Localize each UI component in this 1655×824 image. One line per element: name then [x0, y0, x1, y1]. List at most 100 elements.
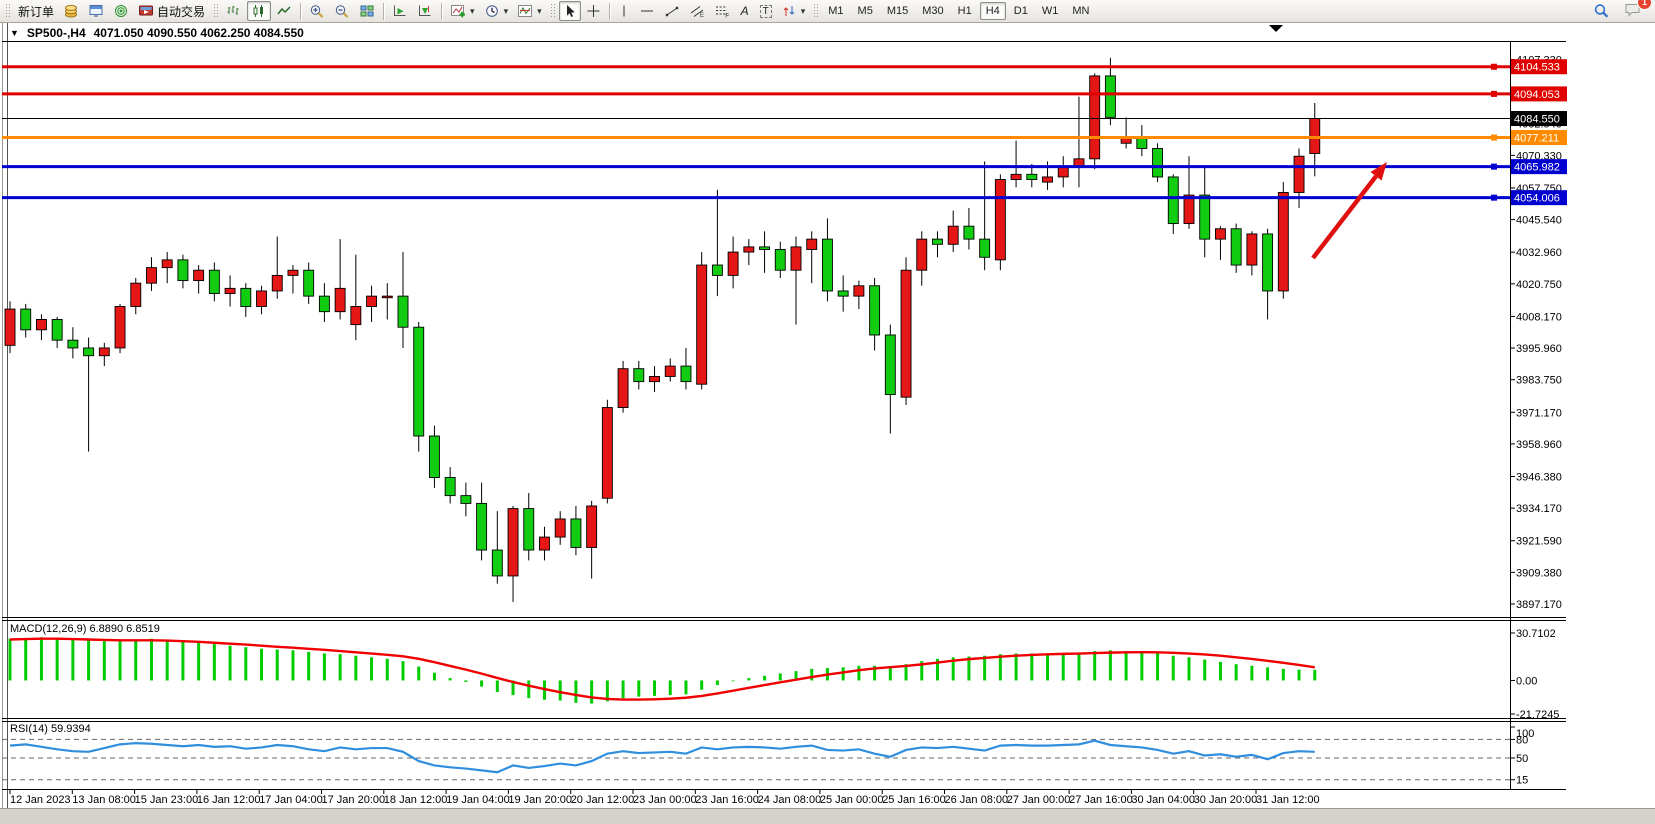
auto-trading-icon — [138, 4, 154, 18]
template-icon — [517, 4, 533, 18]
cursor-arrow-icon — [563, 4, 577, 18]
new-order-button[interactable]: 新订单 — [14, 1, 58, 21]
equidistant-channel-icon: E — [689, 4, 705, 18]
charts-profile-button[interactable] — [59, 1, 83, 21]
fibonacci-icon: F — [714, 4, 730, 18]
zoom-in-button[interactable] — [305, 1, 329, 21]
svg-text:17 Jan 20:00: 17 Jan 20:00 — [322, 794, 386, 806]
arrows-tool-button[interactable]: ▾ — [777, 1, 810, 21]
svg-text:30.7102: 30.7102 — [1516, 628, 1556, 640]
chart-shift-icon — [417, 4, 433, 18]
timeframe-M1[interactable]: M1 — [822, 2, 849, 20]
timeframe-M5[interactable]: M5 — [852, 2, 879, 20]
chart-title: ▼ SP500-,H4 4071.050 4090.550 4062.250 4… — [10, 26, 304, 40]
bar-chart-mode-button[interactable] — [222, 1, 246, 21]
svg-text:4077.211: 4077.211 — [1514, 133, 1559, 145]
svg-text:23 Jan 16:00: 23 Jan 16:00 — [695, 794, 759, 806]
timeframe-M15[interactable]: M15 — [881, 2, 914, 20]
toolbar-grip[interactable] — [813, 3, 818, 19]
toolbar-grip[interactable] — [550, 3, 555, 19]
dropdown-caret-icon[interactable]: ▾ — [537, 6, 542, 17]
svg-text:4008.170: 4008.170 — [1516, 311, 1562, 323]
market-watch-icon — [88, 4, 104, 18]
svg-text:18 Jan 12:00: 18 Jan 12:00 — [384, 794, 448, 806]
svg-text:4032.960: 4032.960 — [1516, 247, 1562, 259]
timeframe-toolbar: M1M5M15M30H1H4D1W1MN — [822, 2, 1095, 20]
svg-text:3983.750: 3983.750 — [1516, 375, 1562, 387]
add-indicator-icon — [450, 4, 466, 18]
svg-text:4054.006: 4054.006 — [1514, 193, 1560, 205]
toolbar-grip[interactable] — [213, 3, 218, 19]
svg-text:4020.750: 4020.750 — [1516, 279, 1562, 291]
timeframe-D1[interactable]: D1 — [1008, 2, 1034, 20]
main-toolbar: 新订单 自动交易 — [0, 0, 1655, 23]
svg-text:3958.960: 3958.960 — [1516, 439, 1562, 451]
svg-text:15: 15 — [1516, 775, 1528, 787]
svg-text:24 Jan 08:00: 24 Jan 08:00 — [758, 794, 822, 806]
vertical-line-icon — [618, 4, 630, 18]
dropdown-caret-icon[interactable]: ▾ — [801, 6, 806, 17]
svg-text:4045.540: 4045.540 — [1516, 215, 1562, 227]
svg-text:F: F — [725, 13, 729, 19]
vertical-line-tool-button[interactable] — [614, 1, 634, 21]
zoom-in-icon — [309, 4, 325, 19]
candlestick-mode-button[interactable] — [247, 1, 271, 21]
crosshair-icon — [586, 4, 601, 18]
line-chart-icon — [276, 4, 292, 18]
svg-text:26 Jan 08:00: 26 Jan 08:00 — [945, 794, 1009, 806]
timeframe-MN[interactable]: MN — [1066, 2, 1095, 20]
timeframe-H1[interactable]: H1 — [952, 2, 978, 20]
indicators-button[interactable]: ▾ — [446, 1, 479, 21]
chart-symbol-timeframe: SP500-,H4 — [27, 26, 86, 40]
notification-count-badge: 1 — [1637, 0, 1652, 10]
auto-scroll-button[interactable] — [388, 1, 412, 21]
toolbar-separator — [300, 3, 301, 20]
horizontal-line-tool-button[interactable] — [635, 1, 659, 21]
dropdown-caret-icon[interactable]: ▾ — [504, 6, 509, 17]
svg-text:4084.550: 4084.550 — [1514, 114, 1560, 126]
trendline-tool-button[interactable] — [660, 1, 684, 21]
timeframe-M30[interactable]: M30 — [916, 2, 949, 20]
toolbar-separator — [441, 3, 442, 20]
rsi-indicator-label: RSI(14) 59.9394 — [10, 723, 91, 735]
svg-text:80: 80 — [1516, 734, 1528, 746]
text-tool-icon: A — [741, 5, 749, 17]
market-watch-button[interactable] — [84, 1, 108, 21]
timeframe-W1[interactable]: W1 — [1036, 2, 1065, 20]
timeframe-H4[interactable]: H4 — [980, 2, 1006, 20]
chart-dropdown-icon[interactable]: ▼ — [10, 28, 19, 38]
svg-text:E: E — [700, 13, 704, 18]
toolbar-grip[interactable] — [5, 3, 10, 19]
mt4-application: 新订单 自动交易 — [0, 0, 1655, 824]
dropdown-caret-icon[interactable]: ▾ — [470, 6, 475, 17]
tile-windows-button[interactable] — [355, 1, 379, 21]
svg-text:19 Jan 04:00: 19 Jan 04:00 — [446, 794, 510, 806]
svg-text:25 Jan 00:00: 25 Jan 00:00 — [820, 794, 884, 806]
svg-text:20 Jan 12:00: 20 Jan 12:00 — [571, 794, 635, 806]
line-chart-mode-button[interactable] — [272, 1, 296, 21]
svg-text:30 Jan 20:00: 30 Jan 20:00 — [1194, 794, 1258, 806]
svg-text:27 Jan 16:00: 27 Jan 16:00 — [1069, 794, 1133, 806]
auto-trading-button[interactable]: 自动交易 — [134, 1, 209, 21]
zoom-out-button[interactable] — [330, 1, 354, 21]
search-button[interactable] — [1589, 1, 1614, 21]
text-label-tool-button[interactable]: T — [756, 1, 776, 21]
bar-chart-icon — [226, 4, 242, 18]
cursor-button[interactable] — [559, 1, 581, 21]
equidistant-channel-tool-button[interactable]: E — [685, 1, 709, 21]
toolbar-separator — [609, 3, 610, 20]
periods-button[interactable]: ▾ — [480, 1, 513, 21]
text-tool-button[interactable]: A — [735, 1, 755, 21]
horizontal-line-icon — [639, 4, 655, 18]
templates-button[interactable]: ▾ — [513, 1, 546, 21]
svg-text:0.00: 0.00 — [1516, 675, 1537, 687]
crosshair-button[interactable] — [582, 1, 605, 21]
price-chart-canvas[interactable]: 4107.3304082.5404070.3304057.7504045.540… — [0, 0, 1655, 824]
fibonacci-tool-button[interactable]: F — [710, 1, 734, 21]
search-icon — [1593, 3, 1610, 19]
navigator-button[interactable] — [109, 1, 133, 21]
svg-text:3921.590: 3921.590 — [1516, 536, 1562, 548]
toolbar-right-group: 1 — [1589, 0, 1653, 22]
svg-text:15 Jan 23:00: 15 Jan 23:00 — [135, 794, 199, 806]
chart-shift-button[interactable] — [413, 1, 437, 21]
